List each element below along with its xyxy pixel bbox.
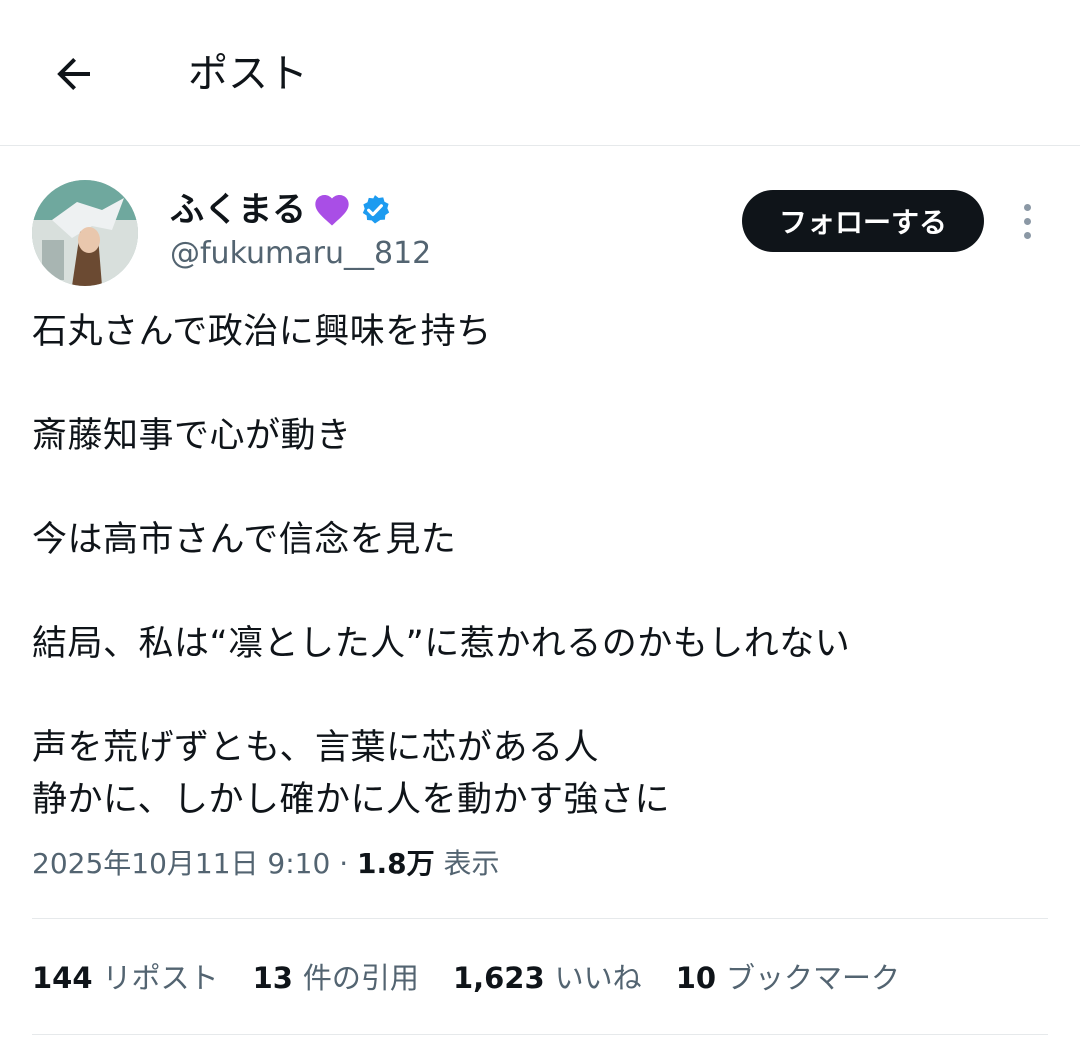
post-timestamp[interactable]: 2025年10月11日 9:10	[32, 847, 330, 880]
top-bar: ポスト	[0, 0, 1080, 146]
more-dot-icon	[1023, 231, 1031, 239]
post-line: 今は高市さんで信念を見た	[32, 520, 457, 560]
post-line: 石丸さんで政治に興味を持ち	[32, 312, 492, 352]
stat-label: 件の引用	[302, 961, 419, 995]
stat-value: 10	[675, 961, 717, 995]
more-dot-icon	[1023, 203, 1031, 211]
stat-bookmarks[interactable]: 10 ブックマーク	[676, 952, 900, 1004]
stat-quotes[interactable]: 13 件の引用	[253, 952, 419, 1004]
divider	[32, 918, 1048, 919]
stat-value: 144	[32, 961, 93, 995]
meta-separator: ·	[339, 847, 349, 880]
stat-reposts[interactable]: 144 リポスト	[32, 952, 219, 1004]
stat-label: いいね	[554, 961, 642, 995]
arrow-left-icon	[57, 58, 90, 90]
follow-button[interactable]: フォローする	[742, 190, 984, 252]
stat-value: 13	[252, 961, 293, 995]
avatar-image	[32, 180, 138, 286]
post-line: 斎藤知事で心が動き	[32, 416, 352, 456]
more-options-button[interactable]	[1010, 198, 1044, 244]
purple-heart-emoji	[315, 195, 349, 226]
author-display-name[interactable]: ふくまる	[170, 186, 306, 234]
stat-label: リポスト	[102, 961, 219, 995]
page-title: ポスト	[188, 51, 308, 97]
author-name-row[interactable]: ふくまる	[170, 184, 392, 236]
back-button[interactable]	[44, 44, 104, 104]
stat-value: 1,623	[452, 961, 545, 995]
post-meta: 2025年10月11日 9:10 · 1.8万 表示	[32, 838, 500, 890]
post-line: 静かに、しかし確かに人を動かす強さに	[32, 780, 670, 820]
divider	[32, 1034, 1048, 1035]
more-dot-icon	[1023, 217, 1031, 225]
view-count-label: 表示	[443, 847, 500, 880]
stat-label: ブックマーク	[726, 961, 901, 995]
stat-likes[interactable]: 1,623 いいね	[453, 952, 642, 1004]
engagement-stats: 144 リポスト 13 件の引用 1,623 いいね 10 ブックマーク	[32, 952, 900, 1004]
author-handle[interactable]: @fukumaru__812	[170, 232, 431, 276]
post-line: 結局、私は“凛とした人”に惹かれるのかもしれない	[32, 624, 851, 664]
post-line: 声を荒げずとも、言葉に芯がある人	[32, 728, 599, 768]
verified-badge-icon	[362, 195, 390, 224]
avatar[interactable]	[32, 180, 138, 286]
view-count: 1.8万	[357, 847, 435, 880]
